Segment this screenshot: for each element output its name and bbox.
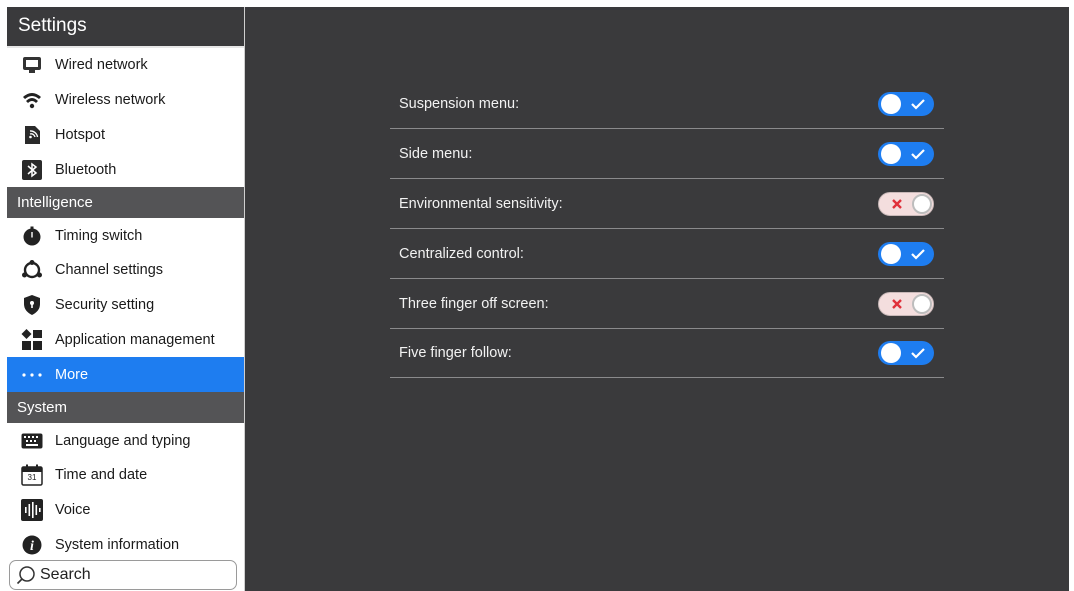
toggle-knob [912,193,932,214]
calendar-day-text: 31 [27,473,37,483]
sidebar-item-wired-network[interactable]: Wired network [7,48,244,83]
sidebar-item-label: Wireless network [55,92,166,109]
setting-label: Side menu: [399,145,473,162]
setting-label: Three finger off screen: [399,295,549,312]
info-icon: i [21,534,43,556]
bluetooth-icon [21,159,43,181]
setting-row: Centralized control: [390,229,944,279]
sidebar-item-security-setting[interactable]: Security setting [7,288,244,323]
sidebar-item-label: Wired network [55,57,148,74]
sidebar-title: Settings [7,7,244,48]
setting-label: Five finger follow: [399,344,512,361]
cross-icon [885,292,909,316]
setting-label: Centralized control: [399,245,524,262]
search-input[interactable]: Search [9,560,237,590]
checkmark-icon [906,142,930,166]
sidebar-item-bluetooth[interactable]: Bluetooth [7,152,244,187]
sidebar-item-label: Hotspot [55,126,105,143]
cross-icon [885,192,909,216]
sidebar-item-system-information[interactable]: i System information [7,528,244,563]
settings-panel: Suspension menu: Side menu: Environmental … [245,7,1069,591]
setting-toggle[interactable] [878,241,934,266]
sidebar-item-hotspot[interactable]: Hotspot [7,118,244,153]
sidebar-item-label: Timing switch [55,227,143,244]
setting-toggle[interactable] [878,191,934,216]
svg-text:i: i [30,539,34,554]
setting-toggle[interactable] [878,141,934,166]
setting-toggle[interactable] [878,91,934,116]
sidebar-item-language-and-typing[interactable]: Language and typing [7,423,244,458]
setting-row: Side menu: [390,129,944,179]
checkmark-icon [906,341,930,365]
sidebar-item-voice[interactable]: Voice [7,493,244,528]
checkmark-icon [906,92,930,116]
sidebar-item-label: Language and typing [55,432,191,449]
more-dots-icon [21,364,43,386]
channel-icon [21,259,43,281]
hotspot-icon [21,124,43,146]
sidebar-item-label: Voice [55,502,91,519]
setting-row: Suspension menu: [390,79,944,129]
voice-icon [21,499,43,522]
shield-icon [21,294,43,316]
sidebar-item-wireless-network[interactable]: Wireless network [7,83,244,118]
setting-label: Suspension menu: [399,95,520,112]
timer-icon [21,225,43,247]
toggle-knob [881,143,901,164]
toggle-knob [881,93,901,114]
section-system: System [7,392,244,424]
sidebar-item-label: System information [55,536,180,553]
sidebar-item-channel-settings[interactable]: Channel settings [7,253,244,288]
toggle-knob [912,293,932,314]
sidebar-item-label: Application management [55,331,215,348]
setting-row: Three finger off screen: [390,279,944,329]
sidebar-item-application-management[interactable]: Application management [7,323,244,358]
search-label: Search [40,566,91,583]
setting-toggle[interactable] [878,291,934,316]
apps-grid-icon [21,328,43,351]
setting-label: Environmental sensitivity: [399,195,563,212]
calendar-icon: 31 [21,464,43,487]
setting-row: Environmental sensitivity: [390,179,944,229]
sidebar-item-label: More [55,366,89,383]
sidebar-item-timing-switch[interactable]: Timing switch [7,218,244,253]
toggle-knob [881,342,901,363]
setting-toggle[interactable] [878,340,934,365]
monitor-icon [21,54,43,76]
sidebar-item-more[interactable]: More [7,357,244,393]
toggle-knob [881,243,901,264]
sidebar-item-time-and-date[interactable]: 31 Time and date [7,458,244,493]
sidebar-item-label: Channel settings [55,262,164,279]
sidebar-item-label: Time and date [55,467,148,484]
wifi-icon [21,89,43,111]
sidebar-item-label: Bluetooth [55,161,117,178]
section-intelligence: Intelligence [7,187,244,219]
search-icon [16,565,36,585]
checkmark-icon [906,242,930,266]
sidebar: Settings Wired network Wireless network … [7,7,245,591]
keyboard-icon [21,430,43,452]
sidebar-item-label: Security setting [55,297,155,314]
setting-row: Five finger follow: [390,328,944,378]
